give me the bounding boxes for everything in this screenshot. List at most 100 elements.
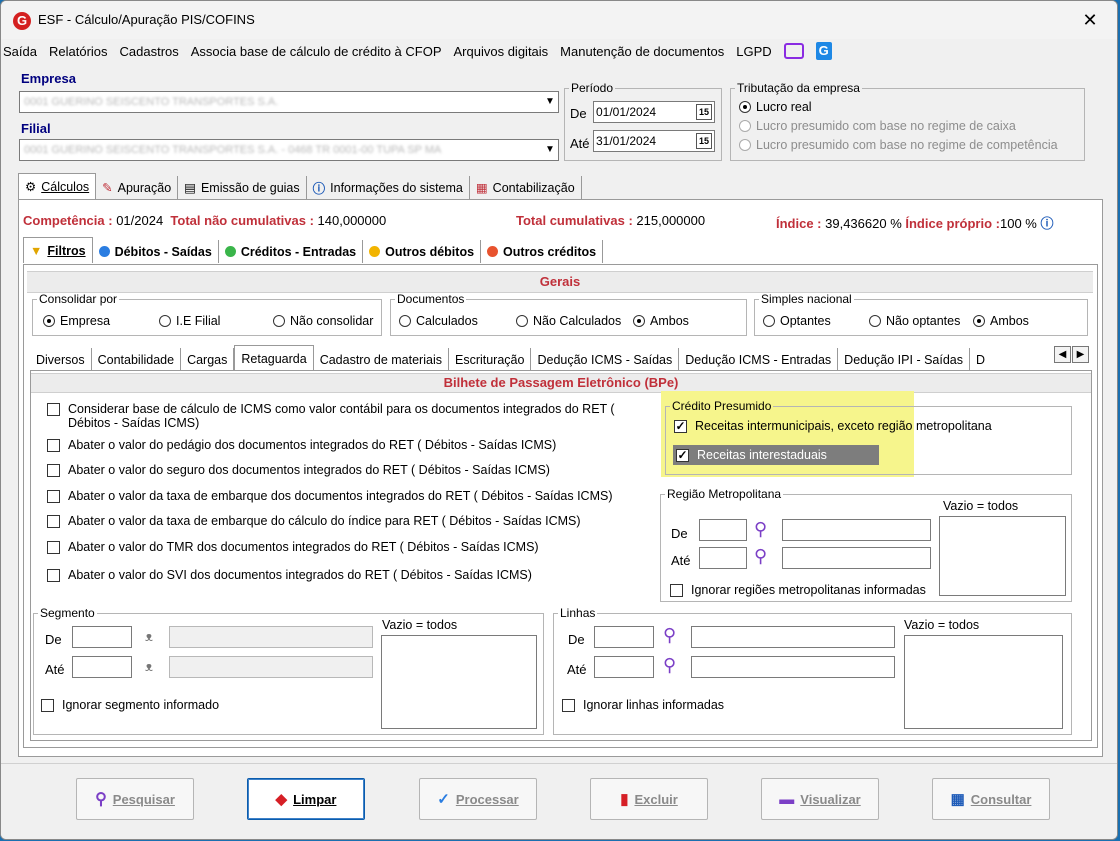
menu-saida[interactable]: Saída	[3, 44, 37, 59]
regiao-de-desc[interactable]	[782, 519, 931, 541]
checkbox[interactable]	[47, 490, 60, 503]
regiao-ate-desc[interactable]	[782, 547, 931, 569]
chat-icon[interactable]	[783, 43, 804, 59]
regiao-de-input[interactable]	[699, 519, 747, 541]
radio-optantes[interactable]: Optantes	[763, 314, 831, 328]
tab-diversos[interactable]: Diversos	[30, 348, 92, 371]
regiao-list[interactable]	[939, 516, 1066, 596]
tab-deducao-ipi-saidas[interactable]: Dedução IPI - Saídas	[838, 348, 970, 371]
tab-deducao-icms-entradas[interactable]: Dedução ICMS - Entradas	[679, 348, 839, 371]
radio-dot[interactable]	[633, 315, 645, 327]
calendar-icon[interactable]: 15	[696, 133, 712, 149]
radio-lucro-presumido-caixa[interactable]: Lucro presumido com base no regime de ca…	[739, 119, 1016, 133]
radio-dot[interactable]	[159, 315, 171, 327]
linhas-de-input[interactable]	[594, 626, 654, 648]
radio-docs-ambos[interactable]: Ambos	[633, 314, 689, 328]
regiao-ate-input[interactable]	[699, 547, 747, 569]
tab-outros-debitos[interactable]: Outros débitos	[363, 240, 482, 263]
tab-d[interactable]: D	[970, 348, 991, 371]
check-taxa-embarque[interactable]: Abater o valor da taxa de embarque dos d…	[47, 489, 613, 503]
radio-nao-calculados[interactable]: Não Calculados	[516, 314, 621, 328]
radio-dot[interactable]	[273, 315, 285, 327]
check-receitas-intermunicipais[interactable]: ✓ Receitas intermunicipais, exceto região…	[674, 419, 992, 433]
tab-scroll-right-icon[interactable]: ▶	[1072, 346, 1089, 363]
check-taxa-embarque-indice[interactable]: Abater o valor da taxa de embarque do cá…	[47, 514, 581, 528]
tab-outros-creditos[interactable]: Outros créditos	[481, 240, 604, 263]
tab-contabilidade[interactable]: Contabilidade	[92, 348, 182, 371]
radio-dot[interactable]	[739, 139, 751, 151]
checkbox-checked[interactable]: ✓	[676, 449, 689, 462]
g-app-icon[interactable]: G	[815, 42, 832, 60]
linhas-ate-input[interactable]	[594, 656, 654, 678]
menu-associa-base[interactable]: Associa base de cálculo de crédito à CFO…	[191, 44, 442, 59]
calendar-icon[interactable]: 15	[696, 104, 712, 120]
linhas-list[interactable]	[904, 635, 1063, 729]
pesquisar-button[interactable]: ⚲ Pesquisar	[76, 778, 194, 820]
periodo-ate-input[interactable]: 31/01/2024 15	[593, 130, 715, 152]
tab-escrituracao[interactable]: Escrituração	[449, 348, 532, 371]
menu-cadastros[interactable]: Cadastros	[120, 44, 179, 59]
radio-dot[interactable]	[399, 315, 411, 327]
tab-retaguarda[interactable]: Retaguarda	[234, 345, 314, 371]
radio-lucro-real[interactable]: Lucro real	[739, 100, 812, 114]
tab-apuracao[interactable]: ✎ Apuração	[96, 176, 179, 199]
radio-simples-ambos[interactable]: Ambos	[973, 314, 1029, 328]
menu-lgpd[interactable]: LGPD	[736, 44, 771, 59]
check-svi[interactable]: Abater o valor do SVI dos documentos int…	[47, 568, 532, 582]
checkbox-checked[interactable]: ✓	[674, 420, 687, 433]
radio-dot[interactable]	[869, 315, 881, 327]
processar-button[interactable]: ✓ Processar	[419, 778, 537, 820]
periodo-de-input[interactable]: 01/01/2024 15	[593, 101, 715, 123]
visualizar-button[interactable]: ▬ Visualizar	[761, 778, 879, 820]
consultar-button[interactable]: ▦ Consultar	[932, 778, 1050, 820]
tab-creditos-entradas[interactable]: Créditos - Entradas	[219, 240, 364, 263]
checkbox[interactable]	[47, 439, 60, 452]
radio-lucro-presumido-competencia[interactable]: Lucro presumido com base no regime de co…	[739, 138, 1058, 152]
radio-dot[interactable]	[43, 315, 55, 327]
radio-ie-filial[interactable]: I.E Filial	[159, 314, 220, 328]
check-receitas-interestaduais[interactable]: ✓ Receitas interestaduais	[676, 448, 827, 462]
linhas-de-desc[interactable]	[691, 626, 895, 648]
radio-empresa[interactable]: Empresa	[43, 314, 110, 328]
segmento-ate-input[interactable]	[72, 656, 132, 678]
check-bc-icms[interactable]: Considerar base de cálculo de ICMS como …	[47, 402, 657, 430]
tab-debitos-saidas[interactable]: Débitos - Saídas	[93, 240, 219, 263]
binoculars-icon[interactable]: ᴥ	[145, 629, 153, 644]
excluir-button[interactable]: ▮ Excluir	[590, 778, 708, 820]
menu-arquivos-digitais[interactable]: Arquivos digitais	[454, 44, 549, 59]
binoculars-icon[interactable]: ᴥ	[145, 659, 153, 674]
chevron-down-icon[interactable]: ▼	[541, 92, 558, 112]
check-ignorar-linhas[interactable]: Ignorar linhas informadas	[562, 698, 724, 712]
close-icon[interactable]: ✕	[1079, 9, 1101, 31]
radio-dot[interactable]	[973, 315, 985, 327]
linhas-ate-desc[interactable]	[691, 656, 895, 678]
check-ignorar-segmento[interactable]: Ignorar segmento informado	[41, 698, 219, 712]
search-icon[interactable]: ⚲	[663, 625, 676, 646]
segmento-list[interactable]	[381, 635, 537, 729]
menu-manutencao[interactable]: Manutenção de documentos	[560, 44, 724, 59]
radio-dot[interactable]	[739, 101, 751, 113]
tab-filtros[interactable]: ▼ Filtros	[23, 237, 93, 263]
tab-scroll-left-icon[interactable]: ◀	[1054, 346, 1071, 363]
search-icon[interactable]: ⚲	[754, 546, 767, 567]
tab-cargas[interactable]: Cargas	[181, 348, 235, 371]
segmento-de-input[interactable]	[72, 626, 132, 648]
radio-nao-optantes[interactable]: Não optantes	[869, 314, 960, 328]
checkbox[interactable]	[47, 464, 60, 477]
limpar-button[interactable]: ◆ Limpar	[247, 778, 365, 820]
radio-dot[interactable]	[739, 120, 751, 132]
checkbox[interactable]	[47, 541, 60, 554]
checkbox[interactable]	[562, 699, 575, 712]
radio-dot[interactable]	[516, 315, 528, 327]
check-tmr[interactable]: Abater o valor do TMR dos documentos int…	[47, 540, 539, 554]
search-icon[interactable]: ⚲	[663, 655, 676, 676]
check-ignorar-regioes[interactable]: Ignorar regiões metropolitanas informada…	[670, 583, 926, 597]
tab-deducao-icms-saidas[interactable]: Dedução ICMS - Saídas	[531, 348, 680, 371]
filial-combo[interactable]: 0001 GUERINO SEISCENTO TRANSPORTES S.A. …	[19, 139, 559, 161]
checkbox[interactable]	[670, 584, 683, 597]
tab-cadastro-materiais[interactable]: Cadastro de materiais	[314, 348, 449, 371]
tab-emissao-guias[interactable]: ▤ Emissão de guias	[178, 176, 307, 199]
tab-contabilizacao[interactable]: ▦ Contabilização	[470, 176, 582, 199]
radio-dot[interactable]	[763, 315, 775, 327]
radio-nao-consolidar[interactable]: Não consolidar	[273, 314, 373, 328]
